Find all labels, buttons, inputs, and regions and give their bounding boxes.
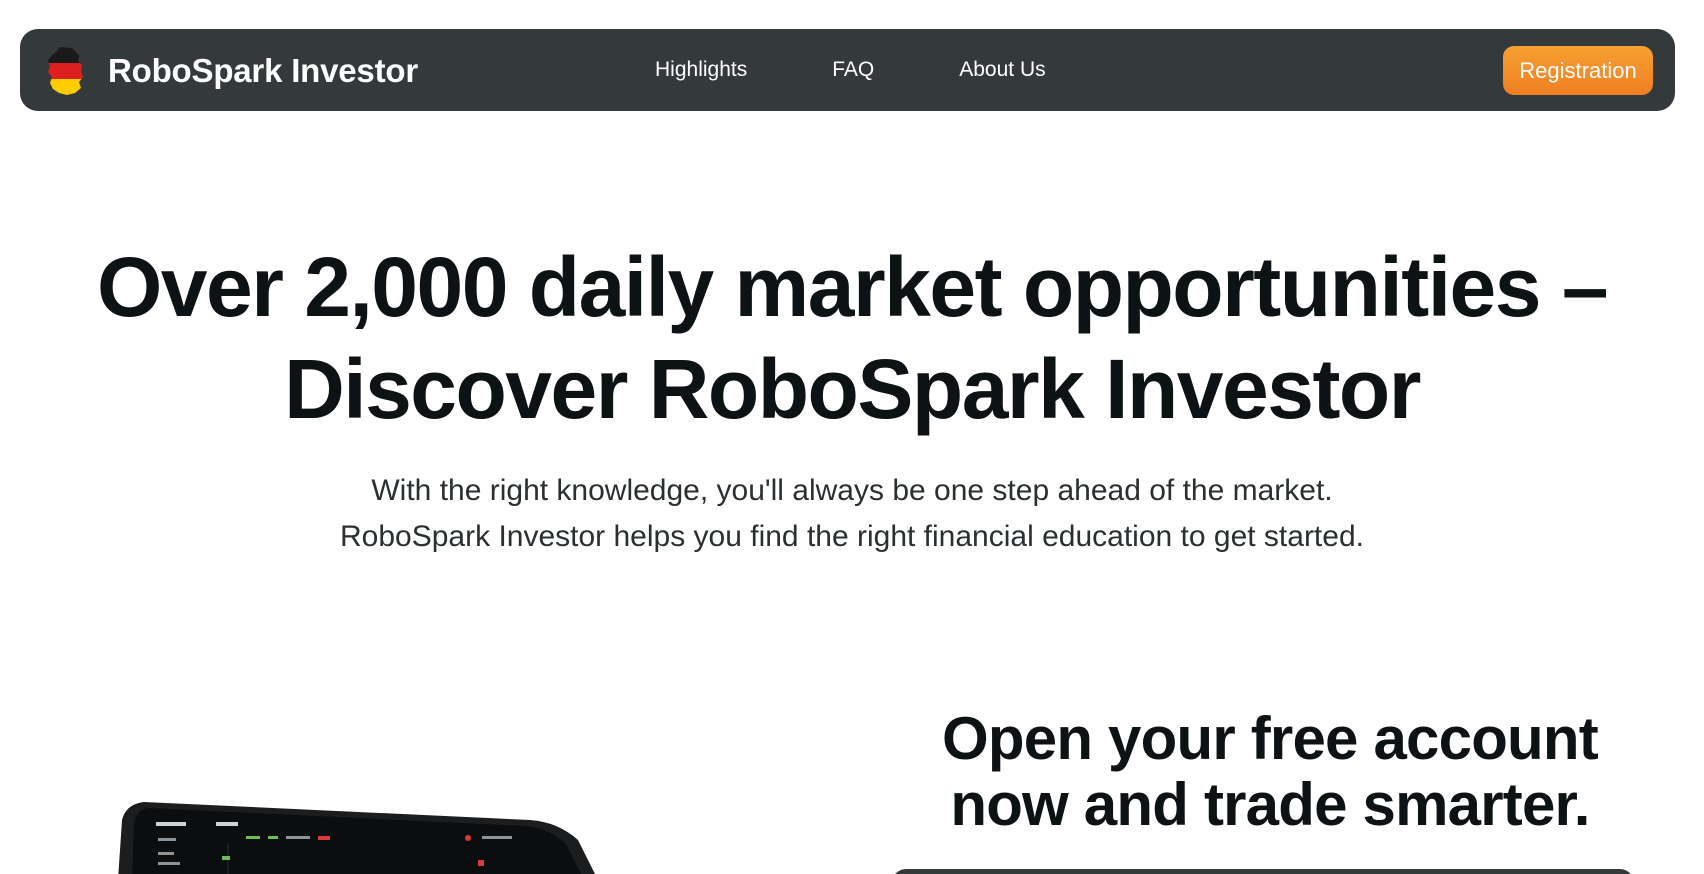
landing-page: RoboSpark Investor Highlights FAQ About …: [0, 0, 1704, 874]
hero-title: Over 2,000 daily market opportunities – …: [96, 240, 1609, 436]
signup-title-line-2: now and trade smarter.: [950, 771, 1590, 838]
top-navbar: RoboSpark Investor Highlights FAQ About …: [20, 29, 1675, 111]
tablet-mockup-illustration: [118, 802, 595, 874]
hero-subtitle-line-2: RoboSpark Investor helps you find the ri…: [340, 520, 1364, 553]
germany-flag-map-icon: [48, 47, 83, 95]
hero-subtitle-line-1: With the right knowledge, you'll always …: [371, 474, 1333, 507]
registration-button[interactable]: Registration: [1503, 46, 1653, 95]
signup-title-line-1: Open your free account: [942, 705, 1599, 772]
brand[interactable]: RoboSpark Investor: [46, 45, 418, 97]
nav-highlights[interactable]: Highlights: [655, 58, 747, 82]
signup-form-card: [892, 869, 1634, 874]
nav-about-us[interactable]: About Us: [959, 58, 1045, 82]
signup-title: Open your free account now and trade sma…: [880, 706, 1660, 838]
trading-tablet-image: [118, 800, 598, 874]
brand-name: RoboSpark Investor: [108, 52, 418, 89]
nav-faq[interactable]: FAQ: [832, 58, 874, 82]
main-nav: Highlights FAQ About Us: [655, 29, 1046, 111]
hero-subtitle: With the right knowledge, you'll always …: [100, 468, 1604, 560]
